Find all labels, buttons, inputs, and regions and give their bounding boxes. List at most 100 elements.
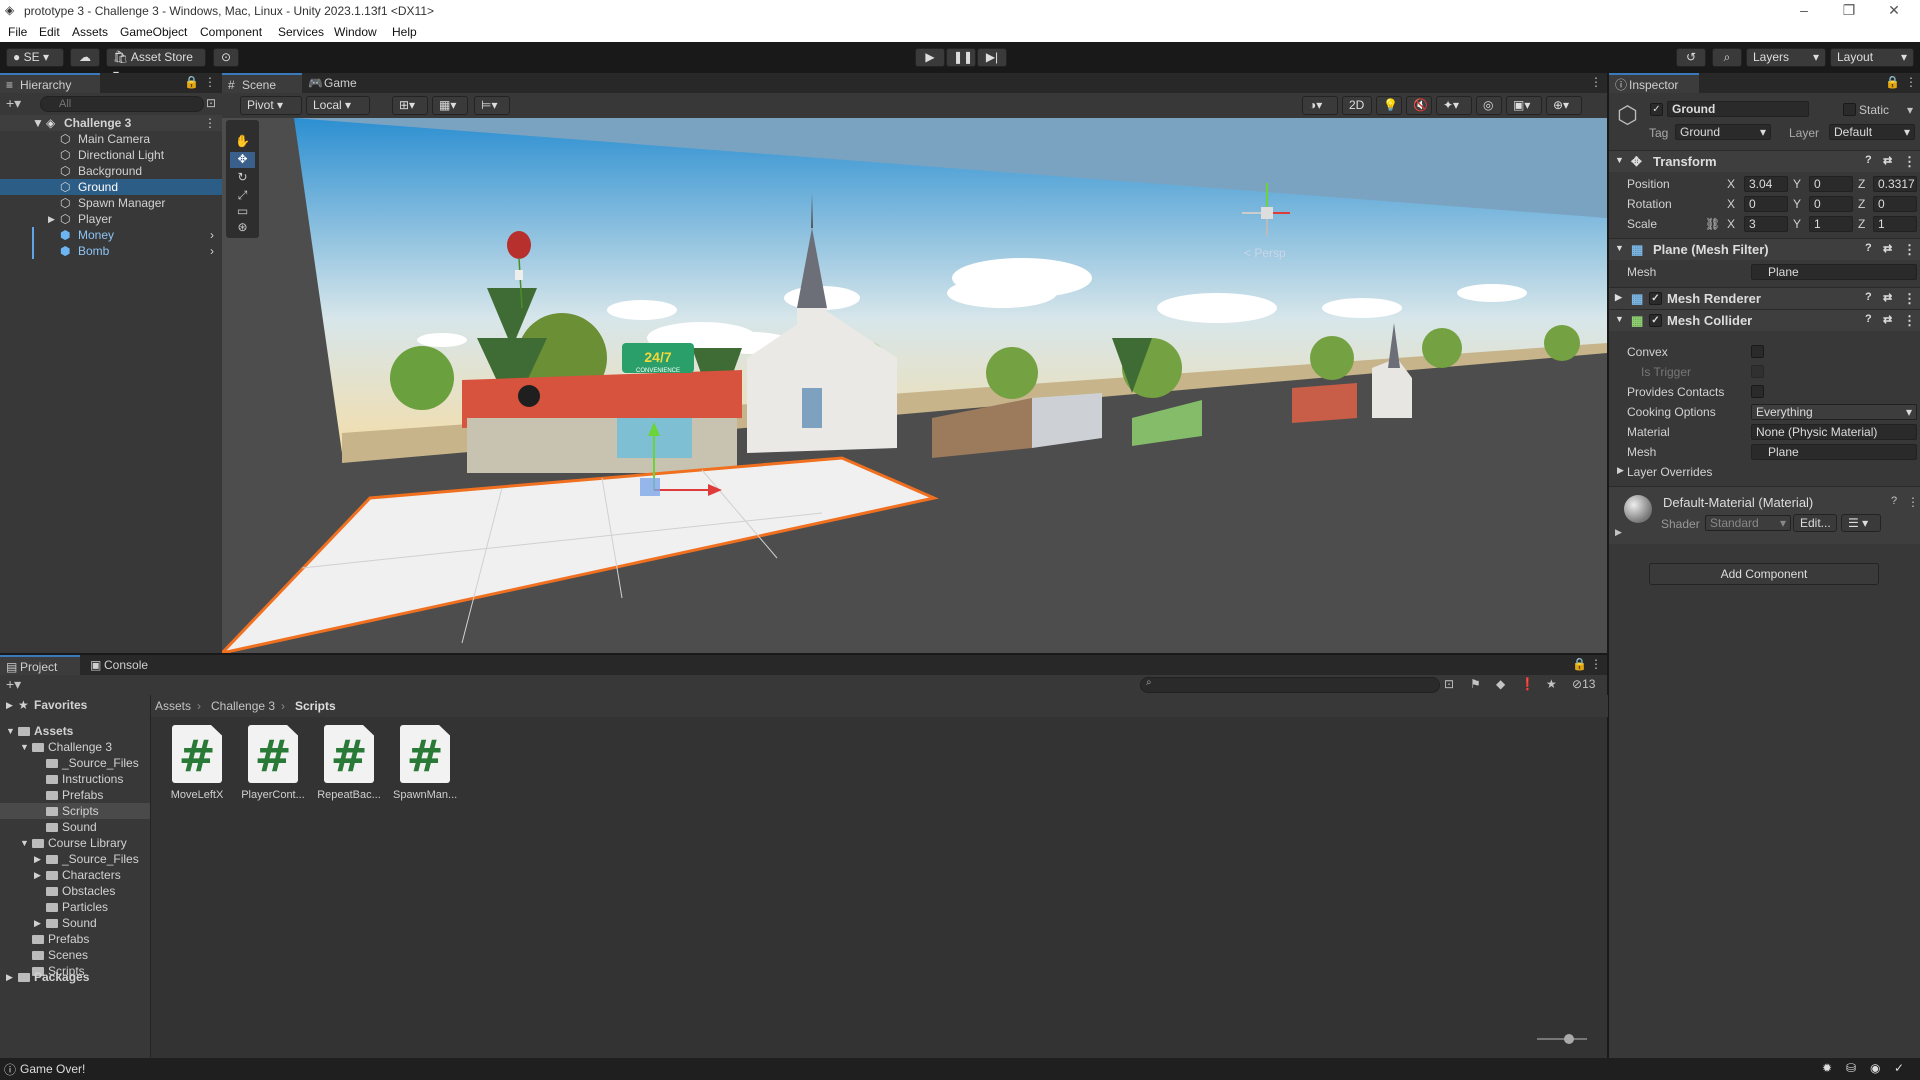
folder-prefabs[interactable]: Prefabs	[0, 787, 150, 803]
scale-y-field[interactable]: 1	[1809, 216, 1853, 232]
gizmos-icon[interactable]: ⊕▾	[1546, 96, 1582, 115]
help-icon[interactable]: ?	[1865, 291, 1872, 303]
visibility-icon[interactable]: ◎	[1476, 96, 1502, 115]
shader-options-icon[interactable]: ☰ ▾	[1841, 514, 1881, 532]
preset-icon[interactable]: ⇄	[1883, 242, 1892, 255]
icon-size-slider-thumb[interactable]	[1564, 1034, 1574, 1044]
folder-challenge-3[interactable]: ▼ Challenge 3	[0, 739, 150, 755]
expand-arrow-icon[interactable]: ▼	[20, 835, 29, 851]
folder-characters[interactable]: ▶ Characters	[0, 867, 150, 883]
transform-tool-icon[interactable]: ⊛	[230, 220, 255, 236]
chevron-right-icon[interactable]: ›	[210, 243, 214, 259]
scale-tool-icon[interactable]: ⤢	[230, 188, 255, 204]
object-name-field[interactable]: Ground	[1667, 101, 1809, 117]
position-z-field[interactable]: 0.3317	[1873, 176, 1917, 192]
check-icon[interactable]: ✓	[1894, 1061, 1904, 1075]
filter-type-icon[interactable]: ⊡	[1444, 677, 1454, 691]
position-x-field[interactable]: 3.04	[1744, 176, 1788, 192]
component-menu-icon[interactable]: ⋮	[1903, 154, 1916, 170]
more-icon[interactable]: ⋮	[1590, 657, 1602, 671]
hand-tool-icon[interactable]: ✋	[230, 134, 255, 150]
folder-prefabs[interactable]: Prefabs	[0, 931, 150, 947]
history-icon[interactable]: ↺	[1676, 48, 1706, 67]
expand-arrow-icon[interactable]: ▼	[6, 723, 15, 739]
rotation-z-field[interactable]: 0	[1873, 196, 1917, 212]
audio-icon[interactable]: 🔇	[1406, 96, 1432, 115]
breadcrumb-assets[interactable]: Assets	[155, 699, 191, 713]
menu-edit[interactable]: Edit	[39, 25, 60, 39]
component-menu-icon[interactable]: ⋮	[1903, 242, 1916, 258]
active-checkbox[interactable]: ✓	[1650, 103, 1663, 116]
packages-row[interactable]: ▶ Packages	[0, 969, 150, 985]
cloud-icon[interactable]: ☁	[70, 48, 100, 67]
icon-size-slider[interactable]	[1537, 1038, 1587, 1040]
hierarchy-item-spawn-manager[interactable]: ⬡ Spawn Manager	[0, 195, 222, 211]
folder-obstacles[interactable]: Obstacles	[0, 883, 150, 899]
mesh-collider-header[interactable]: ▼ ▦ ✓ Mesh Collider ? ⇄ ⋮	[1609, 309, 1920, 331]
collapse-arrow-icon[interactable]: ▶	[34, 867, 41, 883]
position-y-field[interactable]: 0	[1809, 176, 1853, 192]
convex-checkbox[interactable]	[1751, 345, 1764, 358]
asset-script-spawnmanager[interactable]: # SpawnMan...	[393, 725, 457, 801]
scene-viewport[interactable]: 24/7 CONVENIENCE < Persp ✋ ✥ ↻ ⤢ ▭ ⊛	[222, 118, 1607, 653]
help-icon[interactable]: ?	[1865, 154, 1872, 166]
status-message[interactable]: Game Over!	[20, 1062, 85, 1076]
network-icon[interactable]: ◉	[1870, 1061, 1880, 1075]
more-icon[interactable]: ⋮	[1905, 75, 1917, 89]
more-icon[interactable]: ⋮	[1590, 75, 1602, 89]
scale-x-field[interactable]: 3	[1744, 216, 1788, 232]
link-icon[interactable]: ⛓	[1705, 217, 1720, 231]
preset-icon[interactable]: ⇄	[1883, 313, 1892, 326]
scene-menu-icon[interactable]: ⋮	[204, 115, 216, 131]
collider-material-field[interactable]: None (Physic Material)	[1751, 424, 1917, 440]
chevron-right-icon[interactable]: ›	[210, 227, 214, 243]
cache-icon[interactable]: ⛁	[1846, 1061, 1856, 1075]
mesh-collider-enabled-checkbox[interactable]: ✓	[1649, 314, 1662, 327]
scene-search-icon[interactable]: ⊡	[206, 96, 216, 110]
local-dropdown[interactable]: Local ▾	[306, 96, 370, 115]
effects-icon[interactable]: ✦▾	[1436, 96, 1472, 115]
mesh-renderer-header[interactable]: ▶ ▦ ✓ Mesh Renderer ? ⇄ ⋮	[1609, 287, 1920, 309]
hierarchy-item-background[interactable]: ⬡ Background	[0, 163, 222, 179]
collapse-arrow-icon[interactable]: ▶	[34, 915, 41, 931]
folder-sound[interactable]: Sound	[0, 819, 150, 835]
cooking-options-dropdown[interactable]: Everything ▾	[1751, 404, 1917, 420]
menu-window[interactable]: Window	[334, 25, 377, 39]
folder-course-library[interactable]: ▼ Course Library	[0, 835, 150, 851]
hidden-packages-icon[interactable]: ⊘13	[1572, 677, 1595, 691]
scale-z-field[interactable]: 1	[1873, 216, 1917, 232]
mesh-filter-header[interactable]: ▼ ▦ Plane (Mesh Filter) ? ⇄ ⋮	[1609, 238, 1920, 260]
layers-dropdown[interactable]: Layers ▾	[1746, 48, 1826, 67]
folder-source-files[interactable]: ▶ _Source_Files	[0, 851, 150, 867]
debug-icon[interactable]: ✹	[1822, 1061, 1832, 1075]
add-component-button[interactable]: Add Component	[1649, 563, 1879, 585]
favorites-row[interactable]: ▶ ★ Favorites	[0, 697, 150, 713]
tab-console[interactable]: ▣ Console	[84, 655, 164, 675]
filter-label-icon[interactable]: ⚑	[1470, 677, 1481, 691]
layer-overrides-row[interactable]: ▶ Layer Overrides	[1609, 464, 1920, 482]
minimize-icon[interactable]: –	[1791, 2, 1817, 18]
breadcrumb-scripts[interactable]: Scripts	[295, 699, 336, 713]
component-menu-icon[interactable]: ⋮	[1903, 291, 1916, 307]
tab-inspector[interactable]: ⓘ Inspector	[1609, 73, 1699, 93]
hierarchy-item-ground[interactable]: ⬡ Ground	[0, 179, 222, 195]
folder-source-files[interactable]: _Source_Files	[0, 755, 150, 771]
tab-game[interactable]: 🎮 Game	[304, 73, 374, 93]
rect-tool-icon[interactable]: ▭	[230, 204, 255, 220]
add-icon[interactable]: +▾	[6, 676, 21, 693]
tab-project[interactable]: ▤ Project	[0, 655, 80, 675]
hierarchy-item-money[interactable]: ⬢ Money ›	[0, 227, 222, 243]
move-tool-icon[interactable]: ✥	[230, 152, 255, 168]
folder-particles[interactable]: Particles	[0, 899, 150, 915]
menu-gameobject[interactable]: GameObject	[120, 25, 187, 39]
edit-shader-button[interactable]: Edit...	[1793, 514, 1837, 532]
lighting-icon[interactable]: 💡	[1376, 96, 1402, 115]
provides-contacts-checkbox[interactable]	[1751, 385, 1764, 398]
rotation-y-field[interactable]: 0	[1809, 196, 1853, 212]
breadcrumb-challenge-3[interactable]: Challenge 3	[211, 699, 275, 713]
perspective-label[interactable]: < Persp	[1244, 246, 1286, 260]
menu-help[interactable]: Help	[392, 25, 417, 39]
folder-scenes[interactable]: Scenes	[0, 947, 150, 963]
chevron-down-icon[interactable]: ▾	[1907, 103, 1913, 117]
project-search-input[interactable]	[1140, 677, 1440, 693]
